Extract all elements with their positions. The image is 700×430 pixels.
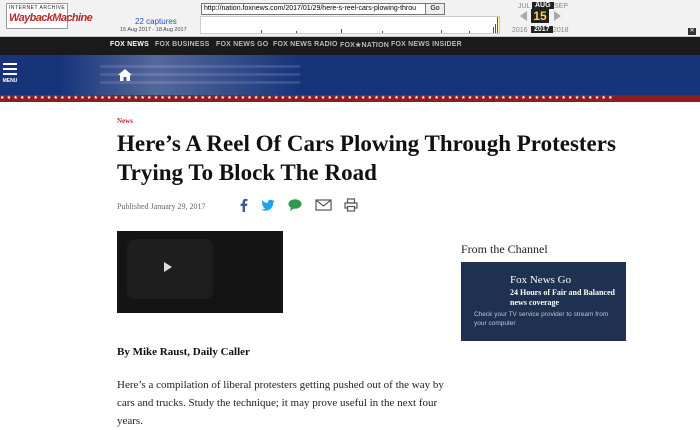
wayback-next-month[interactable]: SEP xyxy=(554,3,568,10)
wayback-date-range: 15 Aug 2017 - 18 Aug 2017 xyxy=(120,27,187,33)
menu-bar xyxy=(3,73,17,75)
published-date: Published January 29, 2017 xyxy=(117,202,206,211)
wayback-logo[interactable]: INTERNET ARCHIVE WaybackMachine xyxy=(6,3,93,29)
section-label[interactable]: News xyxy=(117,117,133,125)
wayback-logo-name: WaybackMachine xyxy=(9,12,93,24)
article-byline: By Mike Raust, Daily Caller xyxy=(117,346,250,358)
home-icon[interactable] xyxy=(118,69,132,81)
wayback-prev-month[interactable]: JUL xyxy=(518,3,530,10)
site-banner: MENU xyxy=(0,55,700,95)
wayback-capture-sparkline[interactable] xyxy=(200,16,500,34)
facebook-icon[interactable] xyxy=(237,198,251,212)
menu-label: MENU xyxy=(2,78,18,84)
play-icon[interactable] xyxy=(164,262,172,272)
sparkline-tick xyxy=(341,29,342,33)
sparkline-tick xyxy=(441,30,442,33)
sparkline-tick xyxy=(493,27,494,33)
sparkline-tick xyxy=(382,31,383,33)
network-fox-news-go[interactable]: FOX NEWS GO xyxy=(216,41,268,48)
print-icon[interactable] xyxy=(344,198,358,212)
network-fox-news-radio[interactable]: FOX NEWS RADIO xyxy=(273,41,338,48)
video-player[interactable] xyxy=(117,231,283,313)
network-bar: FOX NEWS FOX BUSINESS FOX NEWS GO FOX NE… xyxy=(0,37,700,55)
menu-button[interactable]: MENU xyxy=(2,63,18,87)
wayback-next-year[interactable]: 2018 xyxy=(553,27,569,34)
promo-note: Check your TV service provider to stream… xyxy=(474,311,609,327)
sparkline-tick xyxy=(261,30,262,33)
comment-icon[interactable] xyxy=(288,198,302,212)
menu-bar xyxy=(3,68,17,70)
sparkline-tick xyxy=(495,24,496,33)
article-paragraph: Here’s a compilation of liberal proteste… xyxy=(117,379,444,427)
network-fox-nation[interactable]: FOX★NATION xyxy=(340,41,389,49)
menu-bar xyxy=(3,63,17,65)
wayback-prev-arrow-icon[interactable] xyxy=(520,11,527,21)
star-strip: ★★★★★★★★★★★★★★★★★★★★★★★★★★★★★★★★★★★★★★★★… xyxy=(0,95,700,102)
network-fox-news-insider[interactable]: FOX NEWS INSIDER xyxy=(391,41,462,48)
wayback-go-button[interactable]: Go xyxy=(425,3,445,15)
email-icon[interactable] xyxy=(315,198,332,212)
promo-subtitle: 24 Hours of Fair and Balanced news cover… xyxy=(510,288,615,307)
network-fox-business[interactable]: FOX BUSINESS xyxy=(155,41,210,48)
promo-title: Fox News Go xyxy=(510,274,572,286)
fox-news-go-promo[interactable]: Fox News Go 24 Hours of Fair and Balance… xyxy=(461,262,626,341)
sparkline-tick xyxy=(469,31,470,33)
wayback-close-icon[interactable]: ✕ xyxy=(688,28,696,35)
wayback-prev-year[interactable]: 2016 xyxy=(512,27,528,34)
wayback-url-input[interactable]: http://nation.foxnews.com/2017/01/29/her… xyxy=(201,3,427,15)
wayback-toolbar: INTERNET ARCHIVE WaybackMachine http://n… xyxy=(0,0,700,37)
wayback-current-month: AUG xyxy=(532,2,554,9)
flag-stripe xyxy=(100,65,300,68)
wayback-captures-link[interactable]: 22 captures xyxy=(135,17,177,26)
wayback-logo-top: INTERNET ARCHIVE xyxy=(9,5,66,11)
wayback-current-day: 15 xyxy=(531,9,549,23)
network-fox-news[interactable]: FOX NEWS xyxy=(110,41,149,48)
sparkline-tick xyxy=(296,31,297,33)
flag-stripe xyxy=(100,81,300,84)
sidebar-heading: From the Channel xyxy=(461,242,548,256)
article-headline: Here’s A Reel Of Cars Plowing Through Pr… xyxy=(117,131,616,185)
twitter-icon[interactable] xyxy=(261,198,275,212)
wayback-next-arrow-icon[interactable] xyxy=(554,11,561,21)
sparkline-current-marker xyxy=(497,17,498,33)
wayback-current-year: 2017 xyxy=(531,26,553,33)
